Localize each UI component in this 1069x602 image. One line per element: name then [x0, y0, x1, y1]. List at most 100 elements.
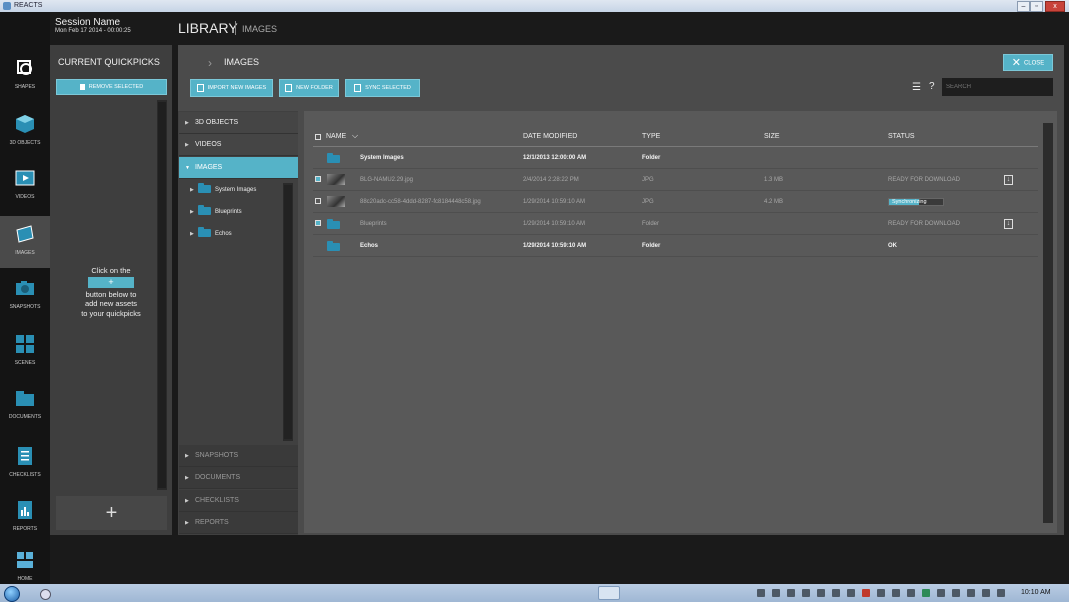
folder-icon: [327, 241, 340, 251]
tray-icon[interactable]: [802, 589, 810, 597]
tray-icon[interactable]: [787, 589, 795, 597]
list-view-icon[interactable]: ☰: [912, 82, 921, 93]
triangle-right-icon: ▶: [185, 475, 189, 481]
tray-icon[interactable]: [997, 589, 1005, 597]
triangle-right-icon: ▶: [185, 453, 189, 459]
tree-category-checklists[interactable]: ▶ CHECKLISTS: [179, 490, 298, 512]
nav-item-images[interactable]: IMAGES: [0, 216, 50, 268]
table-row[interactable]: Echos 1/29/2014 10:59:10 AM Folder OK: [313, 235, 1038, 257]
film-icon: [15, 170, 35, 186]
row-name: System Images: [360, 155, 404, 161]
minimize-button[interactable]: –: [1017, 1, 1030, 12]
start-button[interactable]: [4, 586, 20, 602]
search-input[interactable]: [942, 78, 1053, 96]
app-logo-icon: [3, 2, 11, 10]
tree-category-documents[interactable]: ▶ DOCUMENTS: [179, 467, 298, 489]
folder-icon: [327, 219, 340, 229]
chevron-down-icon[interactable]: ⌵: [352, 131, 358, 141]
tree-category-label: REPORTS: [195, 519, 229, 526]
tray-icon[interactable]: [862, 589, 870, 597]
tray-icon[interactable]: [757, 589, 765, 597]
session-name: Session Name: [55, 17, 121, 28]
shapes-icon: [17, 60, 32, 75]
tray-icon[interactable]: [937, 589, 945, 597]
column-header-date[interactable]: DATE MODIFIED: [523, 133, 577, 140]
tray-icon[interactable]: [772, 589, 780, 597]
tray-icon[interactable]: [967, 589, 975, 597]
sync-selected-button[interactable]: SYNC SELECTED: [345, 79, 420, 97]
tree-category-3d-objects[interactable]: ▶ 3D OBJECTS: [179, 112, 298, 134]
tree-category-videos[interactable]: ▶ VIDEOS: [179, 134, 298, 156]
tray-icon[interactable]: [982, 589, 990, 597]
table-row[interactable]: BLG-NAMU2.29.jpg 2/4/2014 2:28:22 PM JPG…: [313, 169, 1038, 191]
help-icon[interactable]: ?: [929, 81, 935, 92]
tree-category-images[interactable]: ▼ IMAGES: [179, 157, 298, 179]
taskbar-pinned-icon[interactable]: [40, 589, 51, 600]
table-row[interactable]: Blueprints 1/29/2014 10:59:10 AM Folder …: [313, 213, 1038, 235]
nav-label: SNAPSHOTS: [9, 304, 41, 310]
nav-item-snapshots[interactable]: SNAPSHOTS: [0, 270, 50, 322]
tray-icon[interactable]: [907, 589, 915, 597]
tray-icon[interactable]: [877, 589, 885, 597]
column-header-name[interactable]: NAME: [326, 133, 346, 140]
close-library-button[interactable]: ✕ CLOSE: [1003, 54, 1053, 71]
row-name: Echos: [360, 243, 379, 249]
taskbar-clock[interactable]: 10:10 AM: [1021, 589, 1051, 596]
left-nav: SHAPES 3D OBJECTS VIDEOS IMAGES SNAPSHOT…: [0, 12, 50, 584]
sync-label: SYNC SELECTED: [365, 85, 411, 91]
file-list-scrollbar[interactable]: [1043, 123, 1053, 523]
maximize-button[interactable]: ▫: [1030, 1, 1043, 12]
column-header-status[interactable]: STATUS: [888, 133, 915, 140]
download-icon[interactable]: ↓: [1004, 175, 1013, 185]
row-checkbox[interactable]: [315, 198, 321, 204]
tray-icon[interactable]: [847, 589, 855, 597]
tree-category-snapshots[interactable]: ▶ SNAPSHOTS: [179, 445, 298, 467]
row-checkbox[interactable]: [315, 220, 321, 226]
column-header-type[interactable]: TYPE: [642, 133, 660, 140]
nav-item-scenes[interactable]: SCENES: [0, 326, 50, 378]
select-all-checkbox[interactable]: [315, 134, 321, 140]
home-icon: [17, 552, 33, 568]
tree-folder-system-images[interactable]: ▶ System Images: [190, 183, 256, 196]
tray-icon[interactable]: [922, 589, 930, 597]
nav-label: VIDEOS: [15, 194, 35, 200]
nav-item-checklists[interactable]: CHECKLISTS: [0, 438, 50, 490]
new-folder-button[interactable]: NEW FOLDER: [279, 79, 339, 97]
tree-category-reports[interactable]: ▶ REPORTS: [179, 512, 298, 534]
table-row[interactable]: System Images 12/1/2013 12:00:00 AM Fold…: [313, 147, 1038, 169]
nav-item-reports[interactable]: REPORTS: [0, 492, 50, 544]
nav-item-shapes[interactable]: SHAPES: [0, 50, 50, 102]
tree-scroll-thumb[interactable]: [284, 185, 292, 439]
tray-icon[interactable]: [892, 589, 900, 597]
nav-item-3d-objects[interactable]: 3D OBJECTS: [0, 106, 50, 158]
quickpicks-scroll-thumb[interactable]: [158, 102, 166, 488]
folder-icon: [198, 227, 211, 238]
tree-folder-echos[interactable]: ▶ Echos: [190, 227, 232, 240]
nav-label: HOME: [17, 576, 33, 582]
new-folder-label: NEW FOLDER: [296, 85, 333, 91]
download-icon[interactable]: ↓: [1004, 219, 1013, 229]
close-label: CLOSE: [1023, 60, 1045, 67]
close-window-button[interactable]: x: [1045, 1, 1065, 12]
tray-icon[interactable]: [952, 589, 960, 597]
import-new-images-button[interactable]: IMPORT NEW IMAGES: [190, 79, 273, 97]
triangle-down-icon: ▼: [185, 165, 190, 171]
hint-line: button below to: [85, 289, 137, 299]
nav-item-videos[interactable]: VIDEOS: [0, 160, 50, 212]
column-header-size[interactable]: SIZE: [764, 133, 780, 140]
table-row[interactable]: 88c20adc-cc58-4ddd-8287-fc8184448c58.jpg…: [313, 191, 1038, 213]
tree-category-label: VIDEOS: [195, 141, 222, 148]
taskbar-app-reacts[interactable]: [598, 586, 620, 600]
remove-selected-button[interactable]: REMOVE SELECTED: [56, 79, 167, 95]
tree-folder-blueprints[interactable]: ▶ Blueprints: [190, 205, 242, 218]
add-quickpick-button[interactable]: +: [56, 496, 167, 530]
sync-progress-bar: Synchronizing: [888, 198, 944, 206]
row-checkbox[interactable]: [315, 176, 321, 182]
nav-item-documents[interactable]: DOCUMENTS: [0, 380, 50, 432]
row-type: JPG: [642, 177, 654, 183]
tray-icon[interactable]: [832, 589, 840, 597]
triangle-right-icon: ▶: [185, 498, 189, 504]
quickpicks-title: CURRENT QUICKPICKS: [58, 57, 160, 67]
triangle-right-icon: ▶: [190, 231, 194, 237]
tray-icon[interactable]: [817, 589, 825, 597]
